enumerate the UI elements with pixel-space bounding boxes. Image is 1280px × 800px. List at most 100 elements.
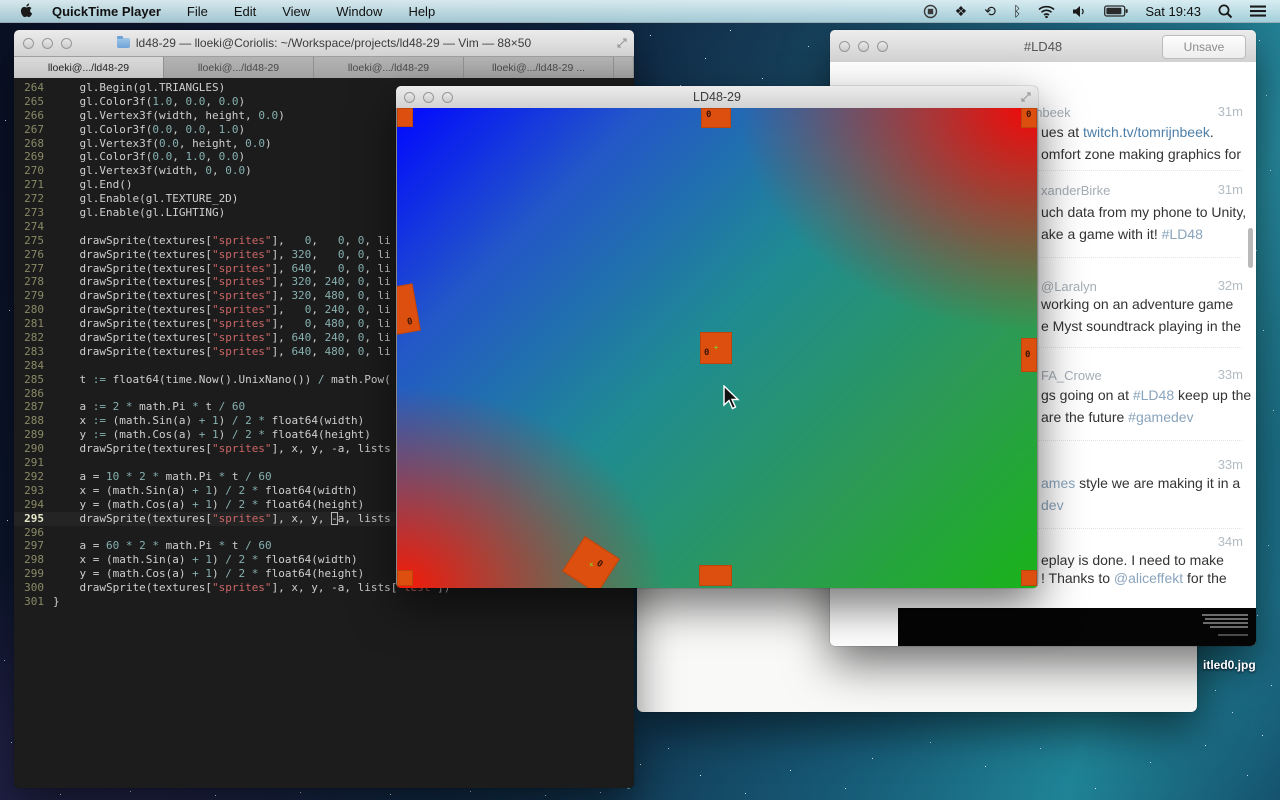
terminal-titlebar[interactable]: ld48-29 — lloeki@Coriolis: ~/Workspace/p…: [14, 30, 634, 57]
image-text-line: [1202, 614, 1248, 616]
terminal-tab-3[interactable]: lloeki@.../ld48-29: [314, 57, 464, 78]
bluetooth-icon[interactable]: ᛒ: [1013, 3, 1021, 19]
tweet-link[interactable]: twitch.tv/tomrijnbeek: [1083, 124, 1210, 140]
game-window[interactable]: LD48-29 000+00+0: [396, 86, 1038, 588]
tweet-author-handle[interactable]: FA_Crowe: [1041, 368, 1102, 383]
game-sprite: [397, 108, 413, 127]
resize-icon[interactable]: [1021, 92, 1031, 102]
tweet-header: xanderBirke: [1041, 182, 1110, 200]
tweet-text-line: omfort zone making graphics for: [1041, 146, 1241, 162]
tweet-author-handle[interactable]: xanderBirke: [1041, 183, 1110, 198]
game-viewport: 000+00+0: [397, 108, 1037, 588]
tweet-text-line: are the future #gamedev: [1041, 409, 1194, 425]
menu-help[interactable]: Help: [408, 4, 435, 19]
traffic-lights[interactable]: [23, 38, 72, 49]
scrollbar-thumb[interactable]: [1248, 228, 1253, 268]
tweet-link[interactable]: dev: [1041, 497, 1064, 513]
dropbox-icon[interactable]: ❖: [955, 3, 968, 19]
game-sprite: [699, 565, 732, 586]
menu-file[interactable]: File: [187, 4, 208, 19]
tweet-author-handle[interactable]: @Laralyn: [1041, 279, 1097, 294]
sprite-label: 0: [704, 349, 709, 358]
sprite-center-marker: +: [714, 344, 719, 352]
game-sprite: [397, 570, 413, 586]
volume-icon[interactable]: [1072, 3, 1087, 19]
minimize-button[interactable]: [858, 41, 869, 52]
menu-bar: QuickTime Player File Edit View Window H…: [0, 0, 1280, 23]
menu-edit[interactable]: Edit: [234, 4, 256, 19]
terminal-tab-overflow[interactable]: [614, 57, 634, 78]
tweet-timestamp: 33m: [1218, 457, 1243, 472]
notification-center-icon[interactable]: [1250, 3, 1266, 19]
minimize-button[interactable]: [42, 38, 53, 49]
tweet-link[interactable]: #LD48: [1133, 387, 1174, 403]
tweet-text-line: e Myst soundtrack playing in the: [1041, 318, 1241, 334]
spotlight-icon[interactable]: [1218, 3, 1233, 19]
tweet-timestamp: 33m: [1218, 367, 1243, 382]
unsave-button[interactable]: Unsave: [1162, 35, 1246, 59]
battery-icon[interactable]: [1104, 3, 1128, 19]
apple-icon: [20, 3, 34, 19]
tweet-embedded-image[interactable]: [898, 608, 1256, 646]
image-text-line: [1205, 618, 1248, 620]
code-line: 301}: [14, 595, 634, 609]
image-text-line: [1210, 626, 1248, 628]
close-button[interactable]: [404, 92, 415, 103]
game-sprite: +0: [700, 332, 732, 364]
tweet-text-line: dev: [1041, 497, 1064, 513]
active-app-name[interactable]: QuickTime Player: [52, 4, 161, 19]
mouse-cursor: [722, 385, 740, 411]
minimize-button[interactable]: [423, 92, 434, 103]
zoom-button[interactable]: [442, 92, 453, 103]
apple-menu[interactable]: [20, 3, 34, 19]
tweet-text-line: ! Thanks to @aliceffekt for the: [1041, 570, 1227, 586]
terminal-tab-2[interactable]: lloeki@.../ld48-29: [164, 57, 314, 78]
terminal-window-title: ld48-29 — lloeki@Coriolis: ~/Workspace/p…: [136, 36, 531, 50]
wifi-icon[interactable]: [1038, 3, 1055, 19]
menu-window[interactable]: Window: [336, 4, 382, 19]
tweet-text-line: uch data from my phone to Unity,: [1041, 204, 1246, 220]
game-sprite: [1021, 570, 1037, 586]
desktop: itled0.jpg #LD48 Unsave Tom Rijnbeek @to…: [0, 0, 1280, 800]
tweet-header: FA_Crowe: [1041, 367, 1102, 385]
game-sprite: 0: [1021, 338, 1037, 372]
terminal-tabbar[interactable]: lloeki@.../ld48-29 lloeki@.../ld48-29 ll…: [14, 57, 634, 79]
tweet-link[interactable]: @aliceffekt: [1114, 570, 1183, 586]
zoom-button[interactable]: [877, 41, 888, 52]
resize-icon[interactable]: [617, 38, 627, 48]
time-machine-icon[interactable]: ⟲: [984, 3, 996, 19]
menu-view[interactable]: View: [282, 4, 310, 19]
twitter-window-title: #LD48: [1024, 39, 1062, 54]
game-sprite: 0: [1021, 108, 1037, 128]
game-titlebar[interactable]: LD48-29: [396, 86, 1038, 109]
terminal-tab-1[interactable]: lloeki@.../ld48-29: [14, 57, 164, 78]
traffic-lights[interactable]: [404, 92, 453, 103]
tweet-timestamp: 34m: [1218, 534, 1243, 549]
tweet-link[interactable]: #gamedev: [1128, 409, 1193, 425]
tweet-header: @Laralyn: [1041, 278, 1097, 296]
tweet-timestamp: 31m: [1218, 182, 1243, 197]
close-button[interactable]: [839, 41, 850, 52]
zoom-button[interactable]: [61, 38, 72, 49]
tweet-text-line: eplay is done. I need to make: [1041, 552, 1224, 568]
tweet-link[interactable]: ames: [1041, 475, 1075, 491]
tweet-text-line: ames style we are making it in a: [1041, 475, 1240, 491]
tweet-text-line: ues at twitch.tv/tomrijnbeek.: [1041, 124, 1214, 140]
close-button[interactable]: [23, 38, 34, 49]
game-sprite: 0: [397, 283, 421, 337]
tweet-text-line: ake a game with it! #LD48: [1041, 226, 1203, 242]
tweet-timestamp: 31m: [1218, 104, 1243, 119]
folder-icon: [117, 38, 130, 48]
sprite-label: 0: [407, 318, 414, 328]
twitter-titlebar[interactable]: #LD48 Unsave: [830, 30, 1256, 63]
traffic-lights[interactable]: [839, 41, 888, 52]
sprite-center-marker: +: [587, 560, 595, 569]
terminal-tab-4[interactable]: lloeki@.../ld48-29 ...: [464, 57, 614, 78]
menu-bar-clock[interactable]: Sat 19:43: [1145, 4, 1201, 19]
desktop-icon-untitled0[interactable]: itled0.jpg: [1203, 658, 1256, 672]
game-sprite: +0: [562, 536, 620, 588]
record-stop-icon[interactable]: [923, 3, 938, 19]
tweet-link[interactable]: #LD48: [1162, 226, 1203, 242]
sprite-label: 0: [706, 111, 711, 120]
game-sprite: 0: [701, 108, 731, 128]
